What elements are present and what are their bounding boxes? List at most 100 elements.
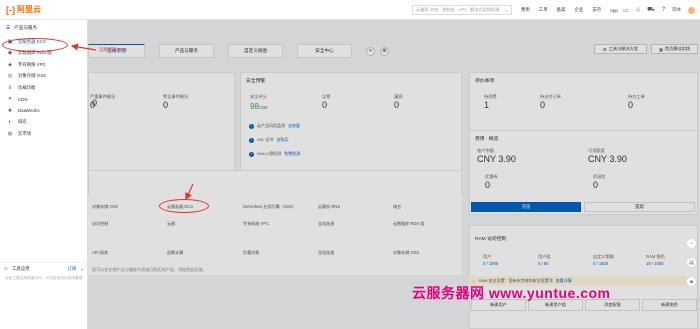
- chat-icon[interactable]: ▤: [686, 257, 697, 268]
- withdraw-button[interactable]: 提现: [584, 202, 695, 212]
- sidebar-item-slb[interactable]: λ 负载均衡: [0, 82, 87, 94]
- tab-settings-button[interactable]: ⚙: [380, 46, 389, 56]
- aliyun-logo[interactable]: [-] 阿里云: [6, 4, 41, 15]
- sidebar-item-label: 负载均衡: [18, 84, 36, 90]
- info-icon: i: [249, 123, 254, 129]
- sidebar-item-cdn[interactable]: ✕ CDN: [0, 94, 87, 106]
- nav-app[interactable]: App: [610, 8, 618, 13]
- sidebar-item-domain[interactable]: ◐ 域名: [0, 117, 87, 129]
- search-icon[interactable]: ⌕: [506, 8, 508, 13]
- sidebar-item-market[interactable]: ◍ 云市场: [0, 128, 87, 140]
- home-best-practice-label: 首页最佳实践: [664, 46, 691, 51]
- product-item[interactable]: Serverless 应用引擎（SAE）: [243, 204, 296, 210]
- home-icon: ▦: [658, 46, 663, 52]
- ram-users-label: 用户: [483, 254, 492, 259]
- sidebar-item-oss[interactable]: ◎ 对象存储 OSS: [0, 71, 87, 83]
- sidebar-tools[interactable]: ⚇ 工具应用 订阅 ⌄: [0, 262, 88, 274]
- sidebar-item-label: 云市场: [18, 130, 32, 136]
- sidebar-header[interactable]: ☰ 产品与服务: [0, 20, 87, 36]
- ram-groups-value[interactable]: 0 / 50: [538, 261, 548, 266]
- logo-mark-icon: [-]: [6, 4, 15, 15]
- cart-icon[interactable]: ⛟: [647, 6, 655, 14]
- ram-roles-value[interactable]: 19 / 1000: [646, 261, 663, 266]
- tab-custom-view[interactable]: 自定义视图: [228, 44, 283, 58]
- sidebar-item-label: 专有网络 VPC: [18, 61, 46, 67]
- security-score-max: /100: [258, 105, 268, 110]
- tab-products[interactable]: 产品与服务: [159, 44, 214, 58]
- risk-fix-link[interactable]: 去修复: [288, 123, 300, 129]
- sidebar-item-label: 域名: [18, 119, 27, 125]
- annotation-label: 云服务器 ECS: [99, 47, 127, 52]
- top-icons: ▭ ♫ ⛟ ? 简体: [623, 0, 695, 20]
- ssl-buy-link[interactable]: 去购买: [277, 137, 289, 143]
- risk-text: 云产品风险监测: [257, 123, 285, 128]
- dataworks-icon: ❖: [7, 107, 13, 114]
- nav-support[interactable]: 支持: [592, 7, 601, 13]
- more-icon[interactable]: ◈: [686, 276, 697, 287]
- security-score: 98/100: [250, 102, 267, 111]
- language-selector[interactable]: 简体: [672, 7, 681, 13]
- database-icon: ◉: [7, 50, 13, 57]
- nav-fees[interactable]: 费用: [521, 7, 530, 13]
- products-note: 您可以在左侧产品与服务中添加已购买的产品，添加到此区域。: [92, 267, 207, 272]
- tools-order-link[interactable]: 订阅: [68, 266, 77, 272]
- product-item[interactable]: 云数据库 RDS 版: [393, 221, 424, 227]
- product-item[interactable]: 对象存储 OSS: [393, 250, 419, 256]
- product-item[interactable]: 函数计算: [167, 250, 183, 256]
- sidebar-item-dataworks[interactable]: ❖ DataWorks: [0, 105, 87, 117]
- web-detect-link[interactable]: 免费检测: [284, 151, 300, 157]
- avatar[interactable]: [687, 6, 695, 14]
- nav-enterprise[interactable]: 企业: [574, 7, 583, 13]
- chevron-down-icon: ⌄: [80, 265, 84, 271]
- product-item[interactable]: API 网关: [92, 250, 108, 256]
- search-input[interactable]: 云搜索 文档、控制台、API、解决方案和资源 ⌕: [412, 5, 512, 15]
- todo-tickets-value[interactable]: 0: [628, 100, 633, 110]
- ram-groups-label: 用户组: [538, 254, 551, 259]
- tools-solutions-button[interactable]: ⚙ 工具与解决方案: [594, 44, 647, 54]
- ram-users-value[interactable]: 0 / 1000: [483, 261, 498, 266]
- nav-tickets[interactable]: 工单: [539, 7, 548, 13]
- coupon-value: 0: [485, 180, 491, 190]
- product-item[interactable]: 域名: [393, 204, 401, 210]
- security-score-label: 安全评分: [250, 94, 267, 99]
- alert-value: 0: [322, 100, 328, 110]
- sidebar-item-label: 对象存储 OSS: [18, 73, 47, 79]
- product-item[interactable]: 专有网络 VPC: [243, 221, 269, 227]
- product-item[interactable]: 全站加速: [318, 221, 334, 227]
- home-best-practice-button[interactable]: ▦ 首页最佳实践: [651, 44, 698, 54]
- feedback-icon[interactable]: ◔: [686, 238, 697, 249]
- sidebar-item-vpc[interactable]: ◈ 专有网络 VPC: [0, 59, 87, 71]
- product-sidebar: ☰ 产品与服务 ▣ 云服务器 ECS ◉ 云数据库 RDS 版 ◈ 专有网络 V…: [0, 20, 88, 329]
- todo-renew-value[interactable]: 1: [484, 100, 489, 110]
- ram-roles-label: RAM 角色: [646, 254, 665, 259]
- ram-policies-value[interactable]: 0 / 1500: [593, 261, 608, 266]
- event-value-warning: 0: [163, 100, 169, 110]
- bell-icon[interactable]: ♫: [636, 7, 641, 13]
- sidebar-note: 添加工具应用快速访问，可对应用进行排序管理: [5, 276, 83, 280]
- vuln-value: 0: [394, 100, 400, 110]
- security-line-risk: i 云产品风险监测 去修复: [249, 123, 300, 129]
- domain-icon: ◐: [8, 119, 12, 126]
- product-item[interactable]: 全局加速: [318, 250, 334, 256]
- site-watermark: 云服务器网 www.yuntue.com: [412, 285, 611, 301]
- product-item[interactable]: 对象存储 OSS: [92, 204, 118, 210]
- product-item[interactable]: 负载均衡: [243, 250, 259, 256]
- billing-title: 费用 · 概览: [475, 137, 499, 142]
- cdn-icon: ✕: [7, 96, 13, 103]
- tab-security-center[interactable]: 安全中心: [297, 44, 352, 58]
- product-item[interactable]: 访问控制: [92, 221, 108, 227]
- nav-icp[interactable]: 备案: [557, 7, 566, 13]
- terminal-icon[interactable]: ▭: [623, 7, 629, 14]
- product-item[interactable]: 云盾: [167, 221, 175, 227]
- new-role-button[interactable]: 新建角色: [642, 299, 697, 311]
- menu-icon: ☰: [6, 25, 11, 30]
- help-icon[interactable]: ?: [662, 7, 665, 13]
- recharge-button[interactable]: 充值: [471, 202, 581, 212]
- ssl-text: SSL 证书: [257, 137, 274, 142]
- todo-orders-value[interactable]: 0: [540, 100, 545, 110]
- tools-solutions-label: 工具与解决方案: [608, 46, 639, 51]
- logo-text: 阿里云: [17, 5, 41, 14]
- product-item[interactable]: 云解析 DNS: [318, 204, 340, 210]
- add-tab-button[interactable]: +: [366, 46, 375, 56]
- security-line-web: i Web入侵检测 免费检测: [249, 151, 300, 157]
